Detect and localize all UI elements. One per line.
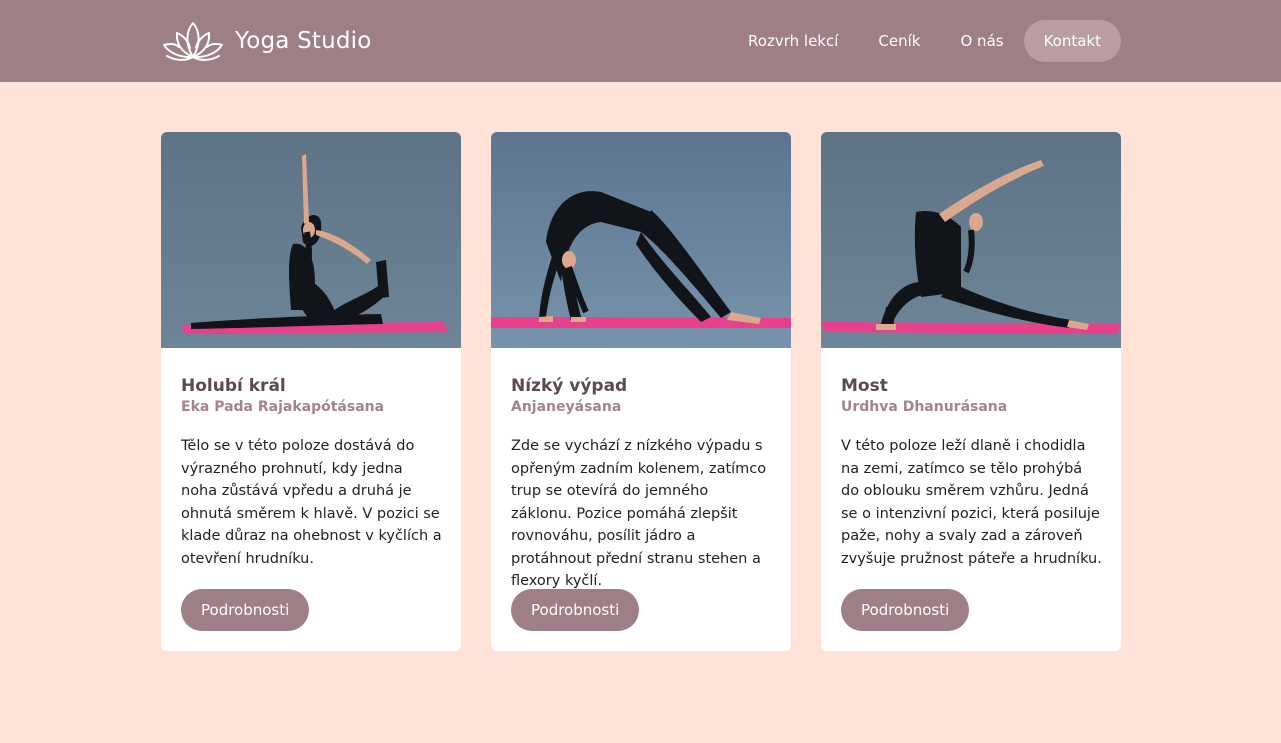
brand-name: Yoga Studio bbox=[235, 28, 372, 54]
card-title: Holubí král bbox=[181, 376, 286, 396]
pose-card: Holubí král Eka Pada Rajakapótásana Tělo… bbox=[161, 132, 461, 651]
card-subtitle: Urdhva Dhanurásana bbox=[841, 399, 1008, 415]
card-body: Most Urdhva Dhanurásana V této poloze le… bbox=[841, 348, 1102, 570]
nav-link-schedule[interactable]: Rozvrh lekcí bbox=[748, 32, 838, 50]
card-body: Holubí král Eka Pada Rajakapótásana Tělo… bbox=[181, 348, 442, 570]
yoga-pose-pigeon-photo bbox=[161, 132, 461, 348]
pose-card: Most Urdhva Dhanurásana V této poloze le… bbox=[821, 132, 1121, 651]
pose-cards: Holubí král Eka Pada Rajakapótásana Tělo… bbox=[161, 132, 1121, 651]
site-header: Yoga Studio Rozvrh lekcí Ceník O nás Kon… bbox=[0, 0, 1281, 82]
lotus-icon bbox=[163, 22, 223, 61]
contact-button[interactable]: Kontakt bbox=[1023, 20, 1121, 62]
card-subtitle: Eka Pada Rajakapótásana bbox=[181, 399, 385, 415]
yoga-pose-bridge-photo bbox=[821, 132, 1121, 348]
card-title: Nízký výpad bbox=[511, 376, 628, 396]
card-description: Tělo se v této poloze dostává do výrazné… bbox=[181, 438, 442, 567]
details-button[interactable]: Podrobnosti bbox=[181, 589, 310, 631]
card-title: Most bbox=[841, 376, 888, 396]
nav-link-pricing[interactable]: Ceník bbox=[878, 32, 920, 50]
yoga-pose-low-lunge-photo bbox=[491, 132, 791, 348]
card-body: Nízký výpad Anjaneyásana Zde se vychází … bbox=[511, 348, 771, 593]
details-button[interactable]: Podrobnosti bbox=[841, 589, 970, 631]
main-nav: Rozvrh lekcí Ceník O nás Kontakt bbox=[748, 20, 1121, 62]
brand-logo[interactable]: Yoga Studio bbox=[161, 20, 372, 62]
card-subtitle: Anjaneyásana bbox=[511, 399, 622, 415]
nav-link-about[interactable]: O nás bbox=[960, 32, 1003, 50]
card-description: Zde se vychází z nízkého výpadu s opřený… bbox=[511, 438, 767, 589]
pose-card: Nízký výpad Anjaneyásana Zde se vychází … bbox=[491, 132, 791, 651]
card-description: V této poloze leží dlaně i chodidla na z… bbox=[841, 438, 1102, 567]
details-button[interactable]: Podrobnosti bbox=[511, 589, 640, 631]
